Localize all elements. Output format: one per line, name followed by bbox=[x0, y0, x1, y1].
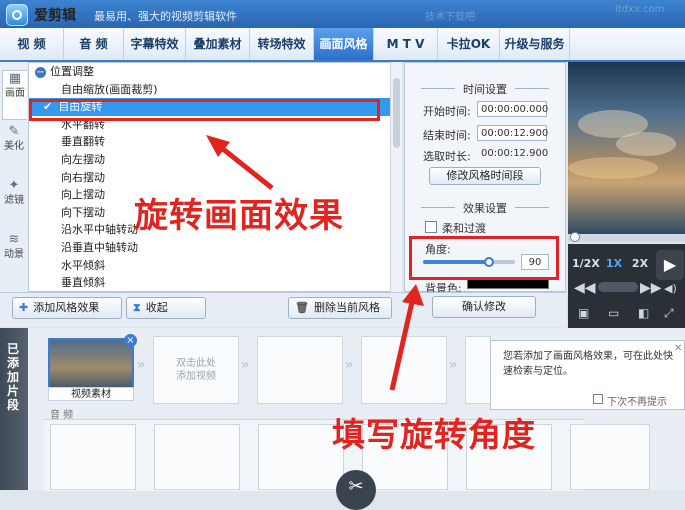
annotation-arrowhead-bottom bbox=[402, 284, 424, 306]
annotation-arrow-top bbox=[216, 143, 274, 190]
annotation-arrow-bottom bbox=[389, 301, 415, 391]
annotation-fill-angle: 填写旋转角度 bbox=[332, 415, 536, 454]
annotation-rotate-effect: 旋转画面效果 bbox=[134, 196, 344, 236]
